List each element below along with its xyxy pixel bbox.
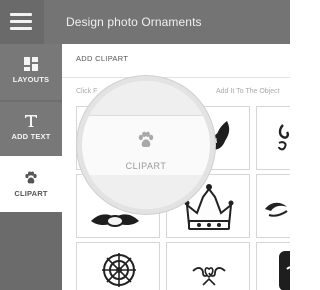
clipart-tile-3[interactable]	[256, 106, 290, 170]
sidebar: LAYOUTS ADD TEXT CLIPART	[0, 44, 62, 290]
ornament-clipart-icon	[278, 124, 289, 151]
sidebar-item-clipart[interactable]: CLIPART	[0, 156, 62, 212]
clipart-tile-9[interactable]	[256, 242, 290, 290]
layouts-grid-icon	[24, 57, 38, 71]
mandala-clipart-icon	[102, 253, 136, 287]
sidebar-item-label: CLIPART	[14, 189, 48, 198]
divider	[62, 77, 290, 78]
sidebar-empty-area	[0, 212, 62, 290]
flourish-clipart-icon	[265, 202, 288, 217]
page-title: Design photo Ornaments	[66, 15, 202, 29]
sidebar-item-label: LAYOUTS	[12, 75, 50, 84]
sidebar-item-layouts[interactable]: LAYOUTS	[0, 44, 62, 100]
divider	[82, 115, 210, 116]
magnifier-band-bottom	[82, 175, 210, 209]
dark-shape-clipart-icon	[279, 251, 290, 290]
heart-swirl-clipart-icon	[192, 267, 226, 286]
text-t-icon	[25, 115, 37, 127]
clipart-tile-6[interactable]	[256, 174, 290, 238]
sidebar-item-label: ADD TEXT	[11, 132, 51, 141]
clipart-tile-7[interactable]	[76, 242, 160, 290]
app-window: Design photo Ornaments LAYOUTS ADD TEXT	[0, 0, 290, 290]
panel-heading: ADD CLIPART	[76, 54, 129, 63]
magnifier-band-top	[82, 81, 210, 115]
sidebar-item-add-text[interactable]: ADD TEXT	[0, 102, 62, 156]
magnifier-label: CLIPART	[125, 161, 167, 171]
paw-icon	[25, 171, 37, 184]
paw-icon	[138, 131, 154, 147]
zoom-magnifier: Click F CLIPART	[77, 76, 215, 214]
hamburger-menu-icon[interactable]	[0, 0, 44, 44]
panel-hint-right: Add It To The Object	[216, 88, 280, 95]
clipart-tile-8[interactable]	[166, 242, 250, 290]
top-bar: Design photo Ornaments	[0, 0, 290, 44]
